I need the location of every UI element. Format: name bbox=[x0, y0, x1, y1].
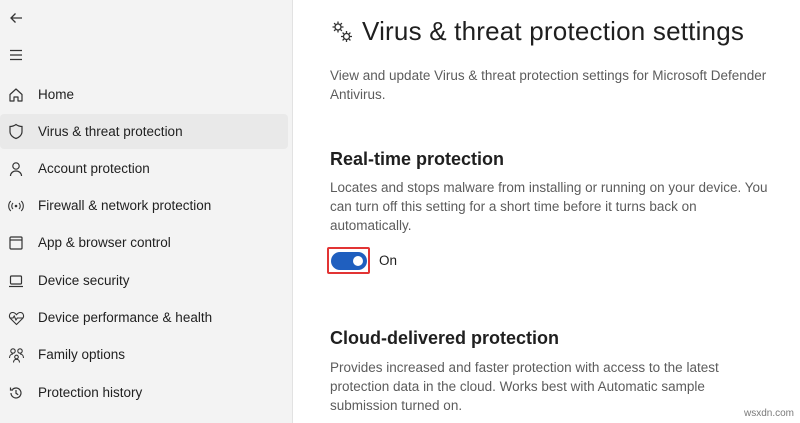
sidebar-item-label: Virus & threat protection bbox=[38, 124, 183, 139]
wireless-icon bbox=[7, 197, 25, 215]
sidebar-item-firewall-network-protection[interactable]: Firewall & network protection bbox=[0, 188, 288, 223]
sidebar-item-label: Firewall & network protection bbox=[38, 198, 212, 213]
realtime-protection-toggle[interactable] bbox=[330, 251, 367, 270]
sidebar-item-account-protection[interactable]: Account protection bbox=[0, 151, 288, 186]
sidebar-item-label: Device security bbox=[38, 273, 130, 288]
laptop-icon bbox=[7, 272, 25, 290]
main-content: Virus & threat protection settings View … bbox=[293, 0, 800, 423]
sidebar-item-label: Home bbox=[38, 87, 75, 102]
family-icon bbox=[7, 346, 25, 364]
toggle-knob bbox=[352, 255, 363, 266]
person-icon bbox=[7, 160, 25, 178]
sidebar-item-label: Family options bbox=[38, 347, 126, 362]
sidebar-item-label: App & browser control bbox=[38, 235, 171, 250]
home-icon bbox=[7, 86, 25, 104]
gears-icon bbox=[330, 19, 354, 45]
realtime-protection-heading: Real-time protection bbox=[330, 149, 505, 169]
app-window-icon bbox=[7, 234, 25, 252]
sidebar-item-virus-threat-protection[interactable]: Virus & threat protection bbox=[0, 114, 288, 149]
watermark: wsxdn.com bbox=[743, 408, 794, 419]
title-row: Virus & threat protection settings bbox=[330, 16, 744, 47]
sidebar-item-label: Device performance & health bbox=[38, 310, 213, 325]
hamburger-menu-icon[interactable] bbox=[8, 47, 24, 63]
realtime-protection-description: Locates and stops malware from installin… bbox=[330, 180, 768, 233]
page-subtitle: View and update Virus & threat protectio… bbox=[330, 68, 767, 102]
sidebar-item-device-performance-health[interactable]: Device performance & health bbox=[0, 300, 288, 335]
sidebar-item-label: Protection history bbox=[38, 385, 143, 400]
cloud-protection-heading: Cloud-delivered protection bbox=[330, 328, 560, 348]
cloud-protection-description: Provides increased and faster protection… bbox=[330, 360, 719, 413]
sidebar-item-home[interactable]: Home bbox=[0, 77, 288, 112]
shield-icon bbox=[7, 123, 25, 141]
sidebar-item-app-browser-control[interactable]: App & browser control bbox=[0, 225, 288, 260]
sidebar-item-family-options[interactable]: Family options bbox=[0, 337, 288, 372]
sidebar-item-device-security[interactable]: Device security bbox=[0, 263, 288, 298]
sidebar: Home Virus & threat protection Account p… bbox=[0, 0, 293, 423]
toggle-state-label: On bbox=[379, 253, 398, 268]
history-icon bbox=[7, 384, 25, 402]
heart-pulse-icon bbox=[7, 309, 25, 327]
toggle-highlight-box bbox=[327, 247, 370, 274]
back-arrow-icon[interactable] bbox=[8, 10, 24, 26]
sidebar-item-label: Account protection bbox=[38, 161, 150, 176]
page-title: Virus & threat protection settings bbox=[362, 16, 745, 46]
sidebar-item-protection-history[interactable]: Protection history bbox=[0, 375, 288, 410]
